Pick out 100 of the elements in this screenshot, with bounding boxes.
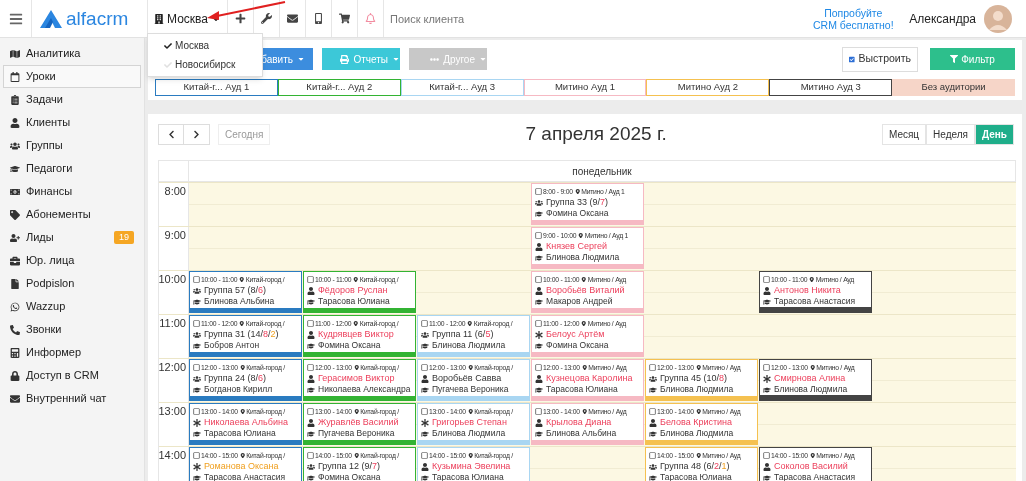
checkbox[interactable]	[535, 364, 542, 371]
user-icon	[535, 286, 543, 295]
lesson-teacher: Тарасова Анастасия	[204, 472, 286, 481]
next-button[interactable]	[184, 124, 210, 145]
sidebar-item[interactable]: Уроки	[3, 65, 141, 88]
checkbox[interactable]	[193, 276, 200, 283]
lesson-teacher: Фомина Оксана	[546, 208, 609, 219]
checkbox[interactable]	[763, 364, 770, 371]
building-icon	[154, 13, 164, 24]
checkbox[interactable]	[421, 320, 428, 327]
sidebar-item[interactable]: Аналитика	[3, 42, 141, 65]
time-label: 11:00	[159, 317, 186, 331]
checkbox[interactable]	[421, 364, 428, 371]
graduation-cap-icon	[421, 429, 429, 438]
user-name[interactable]: Александра	[909, 9, 976, 28]
previous-button[interactable]	[158, 124, 184, 145]
checkbox[interactable]	[535, 320, 542, 327]
lesson-subject: Группа 31 (14/8/2)	[204, 329, 279, 340]
map-pin-icon	[353, 408, 360, 415]
map-pin-icon	[467, 452, 474, 459]
time-label: 9:00	[164, 229, 186, 243]
time-label: 13:00	[158, 405, 186, 419]
room-tab[interactable]: Митино Ауд 2	[646, 79, 770, 96]
map-pin-icon	[581, 276, 587, 283]
checkbox[interactable]	[535, 232, 542, 239]
sidebar-item[interactable]: Педагоги	[3, 157, 141, 180]
sidebar-item[interactable]: Абонементы	[3, 203, 141, 226]
user-icon	[535, 242, 543, 251]
checkbox[interactable]	[307, 452, 314, 459]
sidebar-item[interactable]: Финансы	[3, 180, 141, 203]
user-icon	[535, 418, 543, 427]
checkbox[interactable]	[649, 364, 656, 371]
sidebar-item[interactable]: Звонки	[3, 318, 141, 341]
user-icon	[763, 462, 771, 471]
checkbox[interactable]	[307, 276, 314, 283]
graduation-cap-icon	[193, 429, 201, 438]
sidebar-item[interactable]: Информер	[3, 341, 141, 364]
search-field[interactable]: Поиск клиента	[389, 0, 812, 37]
sidebar-item[interactable]: Задачи	[3, 88, 141, 111]
lesson-subject: Группа 45 (10/8)	[660, 373, 728, 384]
lesson-teacher: Блинова Людмила	[432, 340, 506, 351]
checkbox[interactable]	[535, 276, 542, 283]
checkbox[interactable]	[421, 452, 428, 459]
lesson-teacher: Блинова Альбина	[204, 296, 275, 307]
room-tab[interactable]: Митино Ауд 1	[523, 79, 647, 96]
lesson-teacher: Блинова Людмила	[432, 428, 506, 439]
checkbox[interactable]	[307, 364, 314, 371]
checkbox[interactable]	[535, 408, 542, 415]
tag-icon	[10, 209, 20, 220]
map-pin-icon	[239, 452, 246, 459]
checkbox[interactable]	[193, 408, 200, 415]
users-icon	[193, 286, 201, 295]
avatar[interactable]	[984, 4, 1012, 33]
checkbox[interactable]	[649, 452, 656, 459]
calculator-icon	[10, 347, 20, 358]
checkbox[interactable]	[193, 320, 200, 327]
checkbox[interactable]	[763, 276, 770, 283]
map-pin-icon	[581, 364, 588, 371]
asterisk-icon	[193, 418, 201, 427]
map-pin-icon	[353, 364, 360, 371]
lesson-teacher: Блинова Людмила	[660, 384, 734, 395]
sidebar-item[interactable]: Podpislon	[3, 272, 141, 295]
checkbox[interactable]	[649, 408, 656, 415]
sidebar-item[interactable]: Доступ в CRM	[3, 364, 141, 387]
checkbox[interactable]	[193, 364, 200, 371]
room-tab[interactable]: Китай-г... Ауд 2	[277, 79, 401, 96]
checkbox[interactable]	[307, 408, 314, 415]
checkbox[interactable]	[307, 320, 314, 327]
sidebar-item[interactable]: Внутренний чат	[3, 387, 141, 410]
sidebar-item[interactable]: Клиенты	[3, 111, 141, 134]
promo-link[interactable]: Попробуйте CRM бесплатно!	[811, 6, 896, 31]
map-pin-icon	[695, 408, 702, 415]
checkbox[interactable]	[421, 408, 428, 415]
sidebar-item[interactable]: Лиды 19	[3, 226, 141, 249]
arrange-checkbox[interactable]: Выстроить	[842, 46, 918, 72]
graduation-cap-icon	[535, 209, 543, 218]
lesson-subject: Герасимов Виктор	[318, 373, 395, 384]
room-tab[interactable]: Без аудитории	[892, 79, 1015, 96]
lesson-teacher: Пугачева Вероника	[318, 428, 395, 439]
map-pin-icon	[809, 452, 816, 459]
caret-icon	[297, 55, 305, 63]
view-tab[interactable]: Неделя	[926, 124, 975, 145]
map-pin-icon	[695, 452, 702, 459]
graduation-cap-icon	[307, 385, 315, 394]
sidebar-item[interactable]: Группы	[3, 134, 141, 157]
checkbox[interactable]	[193, 452, 200, 459]
view-tab[interactable]: Месяц	[881, 124, 927, 145]
checkbox[interactable]	[535, 188, 542, 195]
room-tab[interactable]: Китай-г... Ауд 3	[400, 79, 524, 96]
lesson-subject: Романова Оксана	[204, 461, 279, 472]
lesson-subject: Кузнецова Каролина	[546, 373, 633, 384]
checkbox[interactable]	[763, 452, 770, 459]
user-icon	[649, 418, 657, 427]
sidebar-item[interactable]: Wazzup	[3, 295, 141, 318]
map-pin-icon	[353, 320, 359, 327]
menu-icon	[8, 11, 23, 26]
room-tab[interactable]: Китай-г... Ауд 1	[155, 79, 278, 96]
room-tab[interactable]: Митино Ауд 3	[769, 79, 893, 96]
sidebar-item[interactable]: Юр. лица	[3, 249, 141, 272]
graduation-cap-icon	[307, 429, 315, 438]
